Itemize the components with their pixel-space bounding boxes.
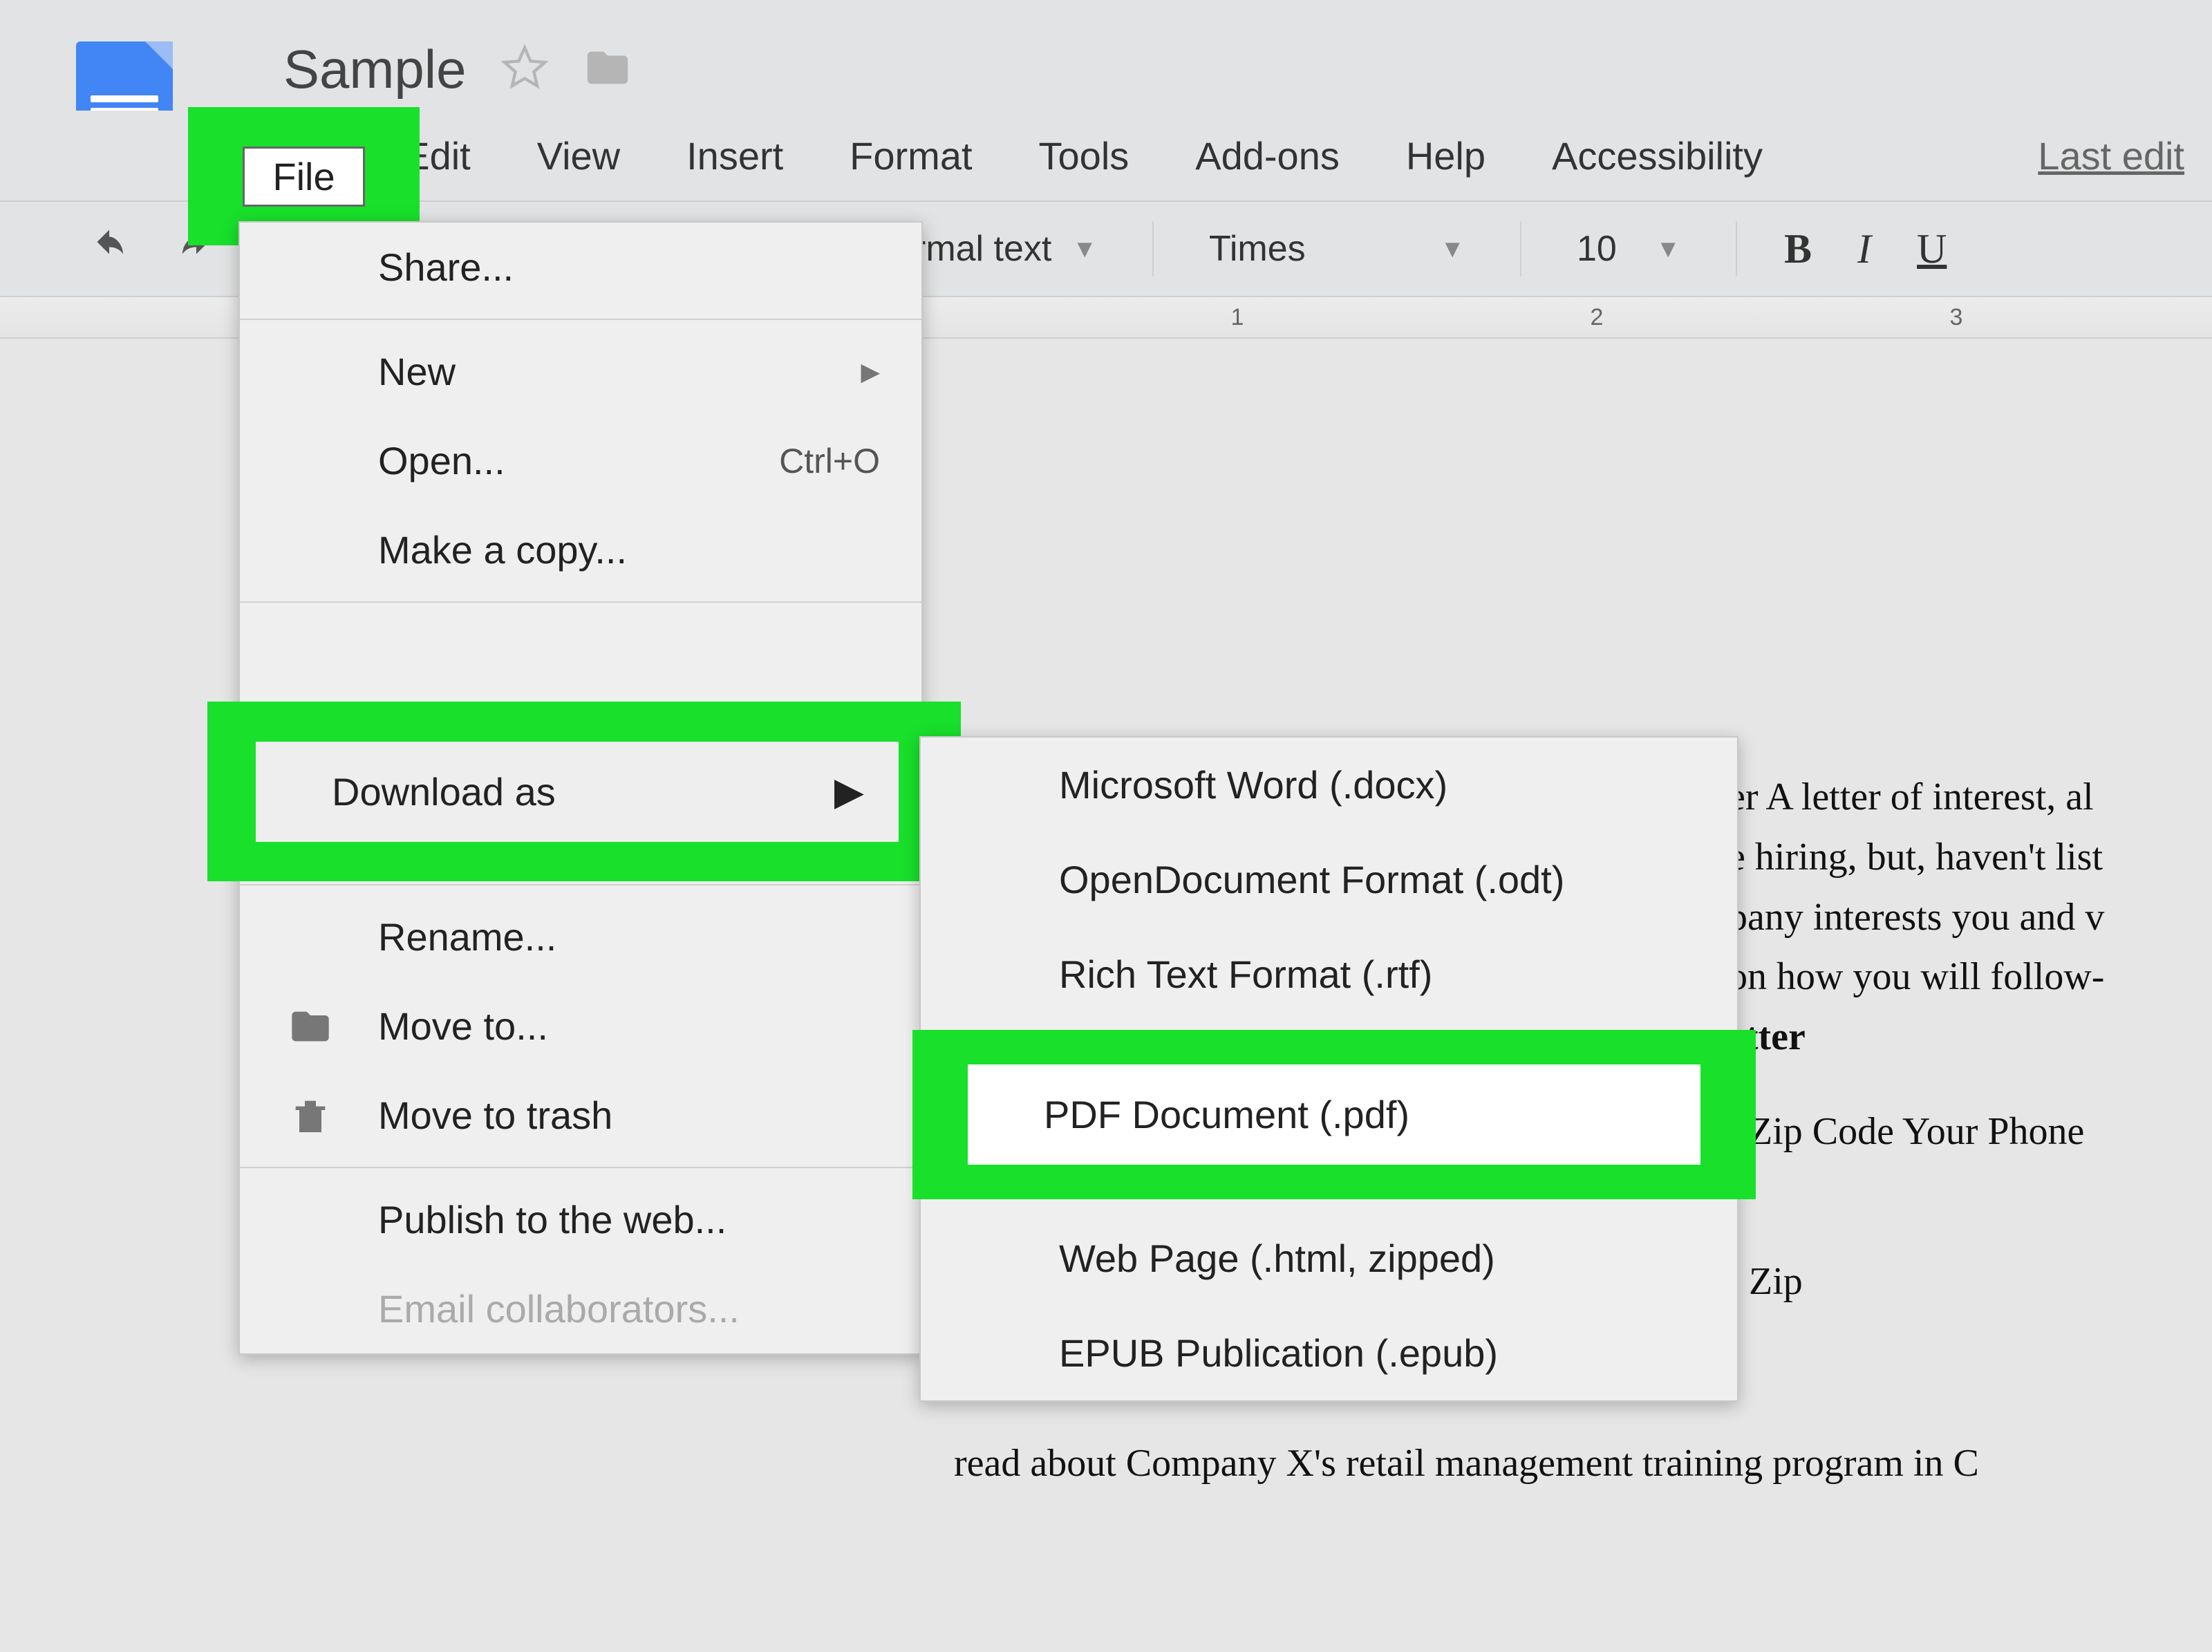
document-title[interactable]: Sample xyxy=(283,38,466,101)
font-size-value: 10 xyxy=(1577,228,1617,270)
ruler-label: 1 xyxy=(1231,304,1244,331)
menu-item-label: Share... xyxy=(378,245,514,290)
file-menu-rename[interactable]: Rename... xyxy=(240,892,921,982)
file-menu-email-collab[interactable]: Email collaborators... xyxy=(240,1264,921,1353)
chevron-down-icon: ▼ xyxy=(1656,234,1680,263)
font-family-dropdown[interactable]: Times ▼ xyxy=(1188,221,1485,276)
font-family-label: Times xyxy=(1209,228,1306,270)
titlebar: Sample xyxy=(0,0,2212,111)
menu-shortcut: Ctrl+O xyxy=(779,441,880,481)
submenu-arrow-icon: ▶ xyxy=(834,769,864,814)
doc-text: read about Company X's retail management… xyxy=(954,1434,2171,1494)
annotation-highlight-pdf: PDF Document (.pdf) xyxy=(912,1030,1756,1199)
download-odt[interactable]: OpenDocument Format (.odt) xyxy=(921,832,1737,927)
menu-item-label: Move to... xyxy=(378,1004,548,1049)
menu-separator xyxy=(240,884,921,885)
submenu-arrow-icon: ▶ xyxy=(861,357,880,386)
annotation-download-label: Download as ▶ xyxy=(256,742,899,842)
file-menu-move-to[interactable]: Move to... xyxy=(240,982,921,1071)
paragraph-style-label: rmal text xyxy=(914,228,1051,270)
annotation-file-label: File xyxy=(243,147,364,207)
menu-item-label: Open... xyxy=(378,438,505,483)
trash-icon xyxy=(288,1093,332,1138)
folder-icon xyxy=(288,1004,332,1049)
download-docx[interactable]: Microsoft Word (.docx) xyxy=(921,738,1737,832)
file-menu-move-trash[interactable]: Move to trash xyxy=(240,1071,921,1160)
menu-separator xyxy=(240,601,921,603)
menu-format[interactable]: Format xyxy=(837,126,984,185)
file-menu-open[interactable]: Open... Ctrl+O xyxy=(240,416,921,505)
menu-accessibility[interactable]: Accessibility xyxy=(1539,126,1775,185)
italic-button[interactable]: I xyxy=(1845,218,1884,280)
menu-item-label: Move to trash xyxy=(378,1093,612,1138)
move-folder-icon[interactable] xyxy=(583,44,632,95)
toolbar-divider xyxy=(1520,221,1521,276)
bold-button[interactable]: B xyxy=(1772,218,1824,280)
menu-item-label: New xyxy=(378,349,456,394)
annotation-pdf-label: PDF Document (.pdf) xyxy=(968,1064,1700,1165)
font-size-dropdown[interactable]: 10 ▼ xyxy=(1556,221,1701,276)
file-menu-publish[interactable]: Publish to the web... xyxy=(240,1175,921,1264)
underline-button[interactable]: U xyxy=(1904,218,1959,280)
star-icon[interactable] xyxy=(500,44,549,95)
menu-view[interactable]: View xyxy=(525,126,632,185)
menu-addons[interactable]: Add-ons xyxy=(1183,126,1352,185)
ruler-label: 3 xyxy=(1950,304,1963,331)
file-menu-make-copy[interactable]: Make a copy... xyxy=(240,505,921,594)
menu-tools[interactable]: Tools xyxy=(1027,126,1142,185)
ruler-label: 2 xyxy=(1591,304,1604,331)
chevron-down-icon: ▼ xyxy=(1072,234,1097,263)
menu-item-label: Make a copy... xyxy=(378,527,627,572)
undo-button[interactable] xyxy=(76,221,142,276)
menu-item-label: Rename... xyxy=(378,914,556,959)
menu-insert[interactable]: Insert xyxy=(674,126,796,185)
menu-item-label: Email collaborators... xyxy=(378,1286,740,1331)
paragraph-style-dropdown[interactable]: rmal text ▼ xyxy=(893,221,1118,276)
menu-item-label: Publish to the web... xyxy=(378,1197,727,1242)
file-menu-share[interactable]: Share... xyxy=(240,223,921,312)
last-edit-link[interactable]: Last edit xyxy=(2038,133,2184,178)
annotation-highlight-download: Download as ▶ xyxy=(207,702,961,881)
toolbar-divider xyxy=(1736,221,1737,276)
chevron-down-icon: ▼ xyxy=(1440,234,1465,263)
download-epub[interactable]: EPUB Publication (.epub) xyxy=(921,1306,1737,1400)
menu-separator xyxy=(240,1167,921,1168)
download-rtf[interactable]: Rich Text Format (.rtf) xyxy=(921,927,1737,1022)
toolbar-divider xyxy=(1152,221,1154,276)
file-menu-new[interactable]: New ▶ xyxy=(240,327,921,416)
menu-help[interactable]: Help xyxy=(1394,126,1498,185)
download-html[interactable]: Web Page (.html, zipped) xyxy=(921,1211,1737,1306)
menu-separator xyxy=(240,319,921,320)
